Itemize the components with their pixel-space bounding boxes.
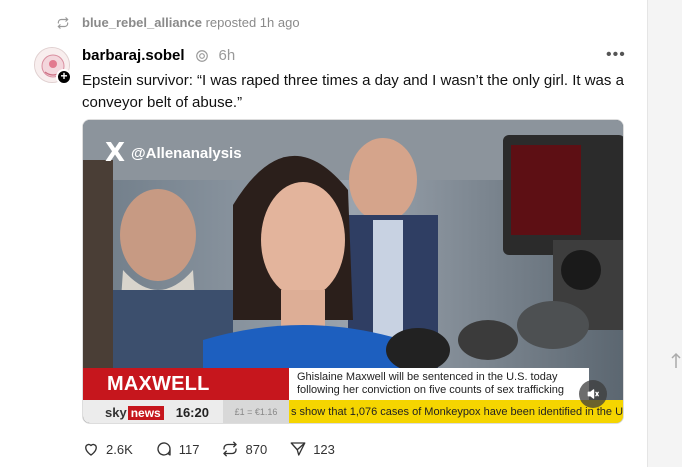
post-time[interactable]: 6h bbox=[219, 47, 236, 64]
scroll-indicator-icon[interactable] bbox=[670, 352, 682, 372]
like-count: 2.6K bbox=[106, 441, 133, 457]
news-ticker: MAXWELL SENTENCING Ghislaine Maxwell wil… bbox=[83, 368, 623, 423]
follow-button[interactable]: + bbox=[56, 69, 72, 85]
post-header: barbaraj.sobel 6h bbox=[82, 47, 235, 64]
send-icon bbox=[290, 442, 306, 456]
author-username[interactable]: barbaraj.sobel bbox=[82, 47, 185, 64]
headline-line-1: Ghislaine Maxwell will be sentenced in t… bbox=[297, 371, 558, 383]
x-logo-icon: X bbox=[105, 138, 126, 168]
repost-action-label: reposted bbox=[205, 15, 257, 30]
news-logo-text: news bbox=[127, 405, 164, 420]
reply-button[interactable]: 117 bbox=[155, 440, 200, 458]
share-button[interactable]: 123 bbox=[289, 440, 335, 458]
headline-box: Ghislaine Maxwell will be sentenced in t… bbox=[289, 368, 589, 400]
currency-rate: £1 = €1.16 bbox=[223, 400, 289, 423]
more-options-icon[interactable]: ••• bbox=[606, 46, 626, 64]
repost-header: blue_rebel_alliance reposted 1h ago bbox=[56, 15, 300, 30]
share-count: 123 bbox=[313, 441, 335, 457]
heart-icon bbox=[85, 443, 97, 456]
source-watermark: X @Allenanalysis bbox=[105, 138, 242, 168]
repost-time: 1h ago bbox=[259, 15, 300, 30]
repost-button[interactable]: 870 bbox=[221, 440, 267, 458]
broadcast-clock: 16:20 bbox=[175, 405, 209, 420]
like-button[interactable]: 2.6K bbox=[82, 440, 133, 458]
reply-count: 117 bbox=[178, 441, 200, 457]
watermark-handle: @Allenanalysis bbox=[131, 144, 242, 162]
post-card: blue_rebel_alliance reposted 1h ago + ba… bbox=[0, 0, 648, 467]
sky-news-logo: sky news bbox=[105, 405, 164, 420]
repost-count: 870 bbox=[245, 441, 268, 457]
repost-action-icon bbox=[223, 441, 238, 457]
action-bar: 2.6K 117 870 123 bbox=[82, 440, 357, 458]
bio-badge-icon bbox=[195, 49, 208, 62]
ticker-bottom-bar: sky news 16:20 £1 = €1.16 s show that 1,… bbox=[83, 400, 623, 423]
mute-button[interactable] bbox=[579, 380, 607, 408]
post-body: Epstein survivor: “I was raped three tim… bbox=[82, 72, 624, 111]
banner-title: MAXWELL SENTENCING bbox=[83, 368, 289, 423]
muted-speaker-icon bbox=[587, 389, 599, 399]
repost-icon bbox=[57, 16, 69, 29]
scrolling-ticker-text: s show that 1,076 cases of Monkeypox hav… bbox=[289, 400, 623, 423]
sky-logo-text: sky bbox=[105, 405, 127, 420]
video-player[interactable]: X @Allenanalysis MAXWELL SENTENCING Ghis… bbox=[82, 119, 624, 424]
headline-line-2: following her conviction on five counts … bbox=[297, 384, 564, 396]
reposter-username[interactable]: blue_rebel_alliance bbox=[82, 15, 202, 30]
comment-icon bbox=[157, 442, 171, 456]
